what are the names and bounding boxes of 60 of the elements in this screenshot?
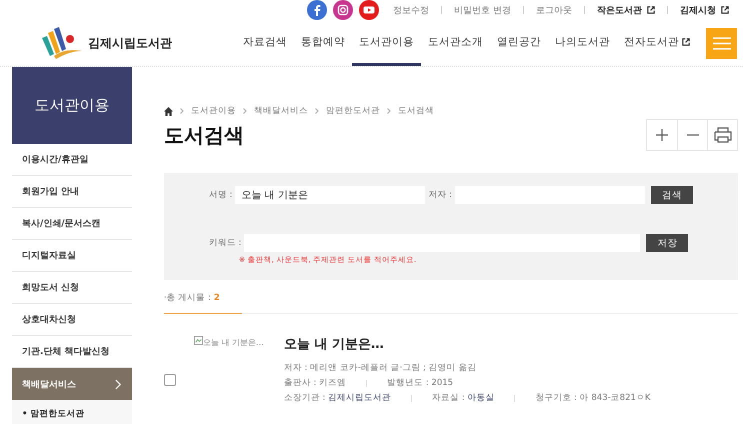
chevron-right-icon [180, 108, 184, 114]
field-label: 서명 : [208, 189, 232, 201]
util-link[interactable]: 비밀번호 변경 [446, 4, 519, 16]
image-alt-text: 오늘 내 기분은… [202, 337, 264, 348]
logo-text[interactable]: 김제시립도서관 [88, 34, 172, 52]
book-meta: 저자 : 메리앤 코카-레플러 글·그림 ; 김영미 옮김 [284, 362, 476, 374]
sidebar-subitem[interactable]: • 맘편한도서관 [12, 400, 132, 424]
printer-icon [712, 127, 732, 143]
sidebar-item[interactable]: 희망도서 신청 [12, 272, 132, 304]
external-link-icon [647, 6, 655, 14]
sidebar-item[interactable]: 이용시간/휴관일 [12, 144, 132, 176]
page-title: 도서검색 [164, 122, 244, 148]
nav-tab[interactable]: 도서관이용 [352, 20, 421, 66]
nav-tab[interactable]: 전자도서관 [617, 20, 697, 66]
nav-tab[interactable]: 도서관소개 [421, 20, 490, 66]
breadcrumb-link[interactable]: 도서관이용 [190, 105, 236, 117]
nav-tab[interactable]: 통합예약 [294, 20, 352, 66]
plus-icon [656, 129, 668, 141]
util-link[interactable]: 정보수정 [385, 4, 438, 16]
util-link[interactable]: 작은도서관 [589, 4, 663, 16]
title-field[interactable]: 오늘 내 기분은 [235, 186, 426, 204]
total-label: ·총 게시물 : [164, 293, 211, 303]
breadcrumb-link[interactable]: 맘편한도서관 [326, 105, 380, 117]
instagram-icon[interactable] [333, 0, 354, 20]
field-label: 저자 : [428, 189, 452, 201]
book-meta: 자료실 : 아동실 [432, 392, 494, 404]
facebook-icon[interactable] [307, 0, 328, 20]
book-meta: 출판사 : 키즈엠 [284, 377, 346, 389]
youtube-icon[interactable] [359, 0, 380, 20]
book-meta: 소장기관 : 김제시립도서관 [284, 392, 392, 404]
nav-tab[interactable]: 자료검색 [236, 20, 294, 66]
chevron-right-icon [114, 378, 122, 390]
sidebar-item[interactable]: 책배달서비스 [12, 368, 132, 400]
sidebar-item[interactable]: 디지털자료실 [12, 240, 132, 272]
broken-image-icon [194, 336, 203, 345]
home-icon[interactable] [164, 106, 173, 116]
chevron-right-icon [386, 108, 391, 114]
external-link-icon [682, 38, 690, 46]
total-count: 2 [214, 293, 220, 303]
checkbox[interactable] [164, 374, 176, 386]
menu-icon [712, 36, 730, 50]
search-button[interactable]: 검색 [651, 186, 693, 204]
save-button[interactable]: 저장 [646, 234, 688, 252]
book-title[interactable]: 오늘 내 기분은… [284, 335, 650, 353]
sidebar-item[interactable]: 상호대차신청 [12, 304, 132, 336]
nav-tab[interactable]: 열린공간 [490, 20, 548, 66]
field-label: 키워드 : [208, 237, 242, 249]
book-meta: 청구기호 : 아 843-코821ㅇK [535, 392, 650, 404]
chevron-right-icon [314, 108, 319, 114]
external-link-icon [721, 6, 729, 14]
chevron-right-icon [242, 108, 247, 114]
sidebar-item[interactable]: 복사/인쇄/문서스캔 [12, 208, 132, 240]
util-link[interactable]: 김제시청 [672, 4, 737, 16]
nav-tab[interactable]: 나의도서관 [548, 20, 617, 66]
breadcrumb-link[interactable]: 도서검색 [398, 105, 434, 117]
sidebar-title: 도서관이용 [12, 67, 132, 144]
util-link[interactable]: 로그아웃 [528, 4, 580, 16]
breadcrumb-link[interactable]: 책배달서비스 [254, 105, 308, 117]
sidebar-item[interactable]: 회원가입 안내 [12, 176, 132, 208]
book-meta: 발행년도 : 2015 [387, 377, 454, 389]
